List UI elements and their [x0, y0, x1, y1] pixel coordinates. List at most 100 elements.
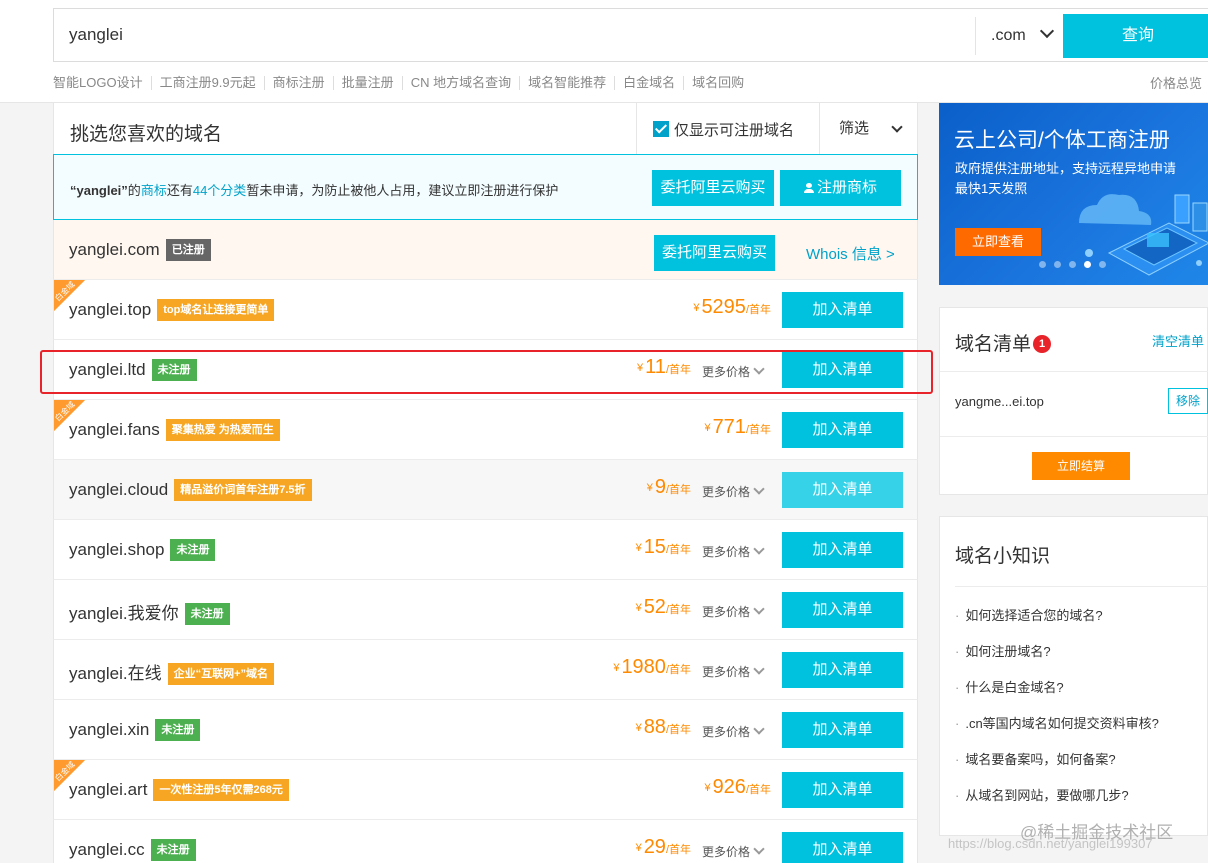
more-prices-toggle[interactable]: 更多价格: [702, 363, 765, 380]
checkbox-checked-icon[interactable]: [653, 121, 669, 137]
promo-banner[interactable]: 云上公司/个体工商注册 政府提供注册地址，支持远程异地申请 最快1天发照 立即查…: [939, 103, 1208, 285]
chevron-down-icon: [753, 723, 765, 735]
only-registrable-toggle[interactable]: 仅显示可注册域名: [636, 103, 819, 155]
available-badge: 未注册: [155, 719, 201, 741]
add-to-list-button[interactable]: 加入清单: [782, 832, 903, 863]
domain-name-text: yanglei.ltd: [69, 360, 146, 379]
domain-name: yanglei.ltd 未注册: [69, 359, 197, 381]
add-to-list-button[interactable]: 加入清单: [782, 592, 903, 628]
price-unit: /首年: [665, 484, 691, 496]
delegate-buy-button[interactable]: 委托阿里云购买: [652, 170, 774, 206]
delegate-buy-button[interactable]: 委托阿里云购买: [654, 235, 775, 271]
domain-row: 白金域 yanglei.art 一次性注册5年仅需268元 ¥926/首年 加入清…: [53, 760, 918, 820]
more-prices-toggle[interactable]: 更多价格: [702, 843, 765, 860]
domain-cart: 域名清单 1 清空清单 yangme...ei.top 移除 立即结算: [939, 307, 1208, 495]
quick-link-recommend[interactable]: 域名智能推荐: [519, 76, 614, 90]
domain-name-text: yanglei.top: [69, 300, 152, 319]
domain-name: yanglei.xin 未注册: [69, 719, 201, 741]
carousel-dots: [1039, 261, 1106, 268]
price-unit: /首年: [745, 304, 771, 316]
domain-name: yanglei.在线 企业“互联网+”域名: [69, 659, 275, 685]
suffix-select[interactable]: .com: [975, 17, 1062, 55]
domain-name: yanglei.com 已注册: [69, 239, 211, 261]
chevron-down-icon: [753, 663, 765, 675]
price-value: 1980: [621, 656, 666, 678]
more-prices-toggle[interactable]: 更多价格: [702, 483, 765, 500]
query-button[interactable]: 查询: [1063, 14, 1208, 58]
quick-link-buyback[interactable]: 域名回购: [683, 76, 752, 90]
domain-name-text: yanglei.cc: [69, 840, 145, 859]
yen-symbol: ¥: [693, 302, 700, 314]
price-overview-link[interactable]: 价格总览: [1150, 73, 1202, 92]
price-unit: /首年: [665, 664, 691, 676]
price: ¥5295/首年: [693, 296, 771, 319]
price: ¥9/首年: [647, 476, 691, 499]
divider: [955, 586, 1208, 587]
carousel-dot[interactable]: [1099, 261, 1106, 268]
quick-link-business-reg[interactable]: 工商注册9.9元起: [150, 76, 264, 90]
chevron-down-icon: [891, 121, 903, 133]
knowledge-link[interactable]: .cn等国内域名如何提交资料审核?: [955, 713, 1159, 749]
quick-links: 智能LOGO设计 工商注册9.9元起 商标注册 批量注册 CN 地方域名查询 域…: [53, 73, 752, 93]
domain-name: yanglei.art 一次性注册5年仅需268元: [69, 779, 289, 801]
quick-link-trademark[interactable]: 商标注册: [263, 76, 333, 90]
domain-name-text: yanglei.art: [69, 780, 148, 799]
add-to-list-button[interactable]: 加入清单: [782, 352, 903, 388]
domain-search-input[interactable]: [54, 9, 974, 61]
knowledge-link[interactable]: 域名要备案吗，如何备案?: [955, 749, 1159, 785]
available-badge: 未注册: [170, 539, 216, 561]
search-header: .com 查询 智能LOGO设计 工商注册9.9元起 商标注册 批量注册 CN …: [0, 0, 1208, 103]
knowledge-link[interactable]: 如何选择适合您的域名?: [955, 605, 1159, 641]
more-prices-toggle[interactable]: 更多价格: [702, 663, 765, 680]
carousel-dot-active[interactable]: [1084, 261, 1091, 268]
domain-name-text: yanglei.在线: [69, 664, 162, 683]
quick-link-cn-local[interactable]: CN 地方域名查询: [401, 76, 519, 90]
quick-link-bulk-reg[interactable]: 批量注册: [332, 76, 402, 90]
yen-symbol: ¥: [613, 662, 620, 674]
filter-dropdown[interactable]: 筛选: [819, 103, 919, 155]
add-to-list-button[interactable]: 加入清单: [782, 772, 903, 808]
add-to-list-button[interactable]: 加入清单: [782, 292, 903, 328]
add-to-list-button[interactable]: 加入清单: [782, 472, 903, 508]
categories-link[interactable]: 44个分类: [193, 183, 246, 198]
more-prices-toggle[interactable]: 更多价格: [702, 723, 765, 740]
chevron-down-icon: [1039, 23, 1055, 39]
more-prices-toggle[interactable]: 更多价格: [702, 603, 765, 620]
checkout-button[interactable]: 立即结算: [1032, 452, 1130, 480]
register-trademark-button[interactable]: 注册商标: [780, 170, 901, 206]
more-prices-toggle[interactable]: 更多价格: [702, 543, 765, 560]
banner-view-button[interactable]: 立即查看: [955, 228, 1041, 256]
domain-name-text: yanglei.xin: [69, 720, 150, 739]
trademark-notice: “yanglei”的商标还有44个分类暂未申请，为防止被他人占用，建议立即注册进…: [53, 154, 918, 220]
price: ¥1980/首年: [613, 656, 691, 679]
domain-row: yanglei.cloud 精品溢价词首年注册7.5折 ¥9/首年 更多价格 加入…: [53, 460, 918, 520]
carousel-dot[interactable]: [1054, 261, 1061, 268]
domain-name: yanglei.cloud 精品溢价词首年注册7.5折: [69, 479, 312, 501]
knowledge-link[interactable]: 从域名到网站，要做哪几步?: [955, 785, 1159, 821]
chevron-down-icon: [753, 603, 765, 615]
registered-badge: 已注册: [165, 239, 211, 261]
price-unit: /首年: [665, 844, 691, 856]
notice-text: 还有: [166, 183, 193, 198]
yen-symbol: ¥: [635, 722, 642, 734]
remove-button[interactable]: 移除: [1168, 388, 1208, 414]
quick-link-platinum[interactable]: 白金域名: [614, 76, 683, 90]
yen-symbol: ¥: [704, 422, 711, 434]
clear-cart-link[interactable]: 清空清单: [1152, 331, 1204, 350]
trademark-link[interactable]: 商标: [141, 183, 167, 198]
chevron-down-icon: [753, 843, 765, 855]
add-to-list-button[interactable]: 加入清单: [782, 712, 903, 748]
cart-title: 域名清单 1: [955, 329, 1052, 356]
whois-link[interactable]: Whois 信息 >: [806, 243, 895, 264]
more-prices-label: 更多价格: [702, 365, 751, 379]
knowledge-link[interactable]: 什么是白金域名?: [955, 677, 1159, 713]
add-to-list-button[interactable]: 加入清单: [782, 412, 903, 448]
add-to-list-button[interactable]: 加入清单: [782, 652, 903, 688]
quick-link-logo[interactable]: 智能LOGO设计: [53, 76, 151, 90]
yen-symbol: ¥: [635, 602, 642, 614]
price-value: 9: [654, 476, 666, 498]
add-to-list-button[interactable]: 加入清单: [782, 532, 903, 568]
carousel-dot[interactable]: [1039, 261, 1046, 268]
knowledge-link[interactable]: 如何注册域名?: [955, 641, 1159, 677]
carousel-dot[interactable]: [1069, 261, 1076, 268]
